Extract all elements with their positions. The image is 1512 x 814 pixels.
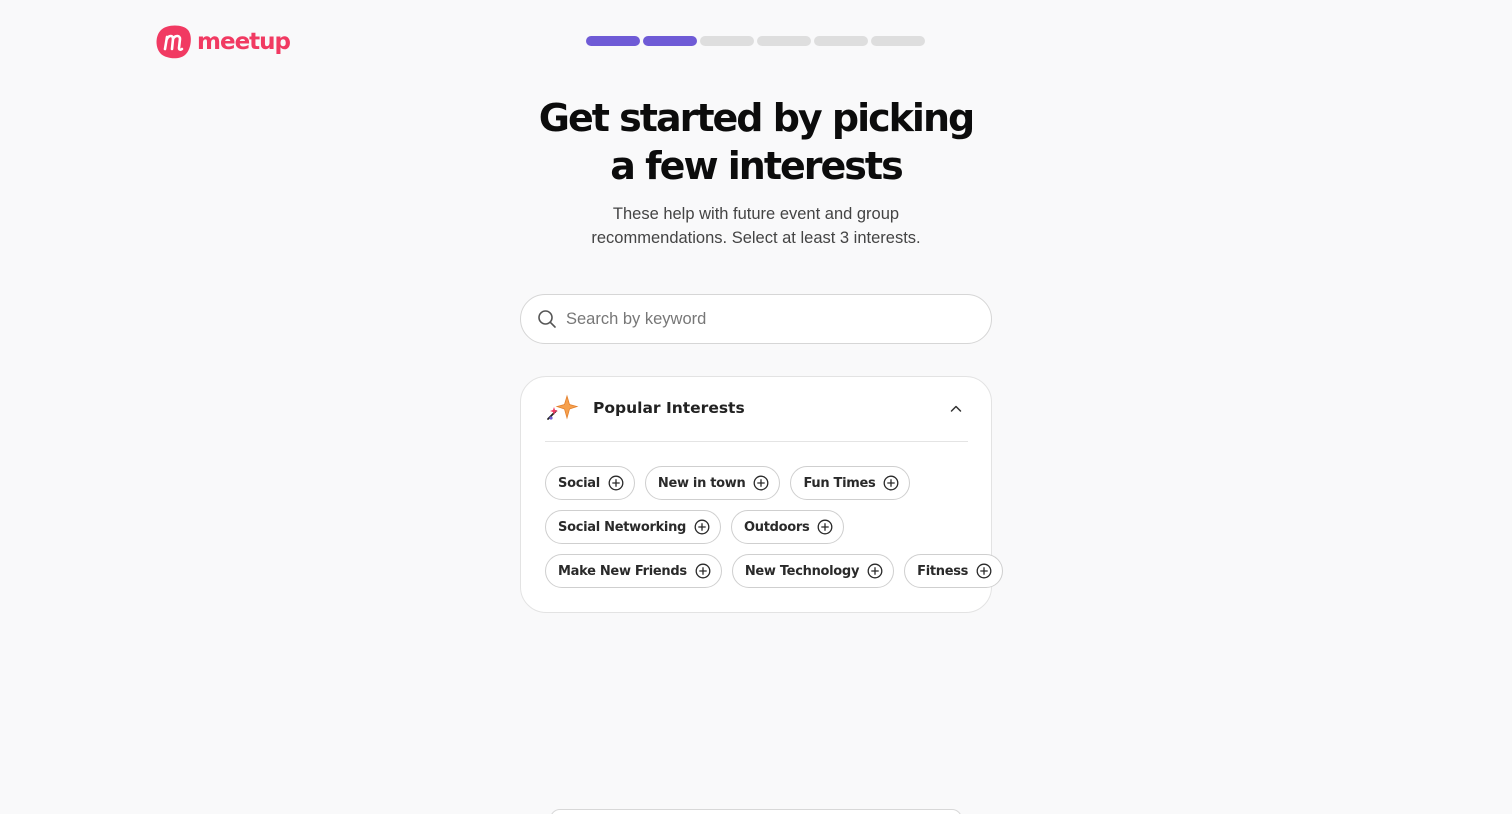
- plus-circle-icon: [867, 563, 883, 579]
- interest-chip-label: Make New Friends: [558, 563, 687, 579]
- plus-circle-icon: [976, 563, 992, 579]
- page-title-line-1: Get started by picking: [538, 96, 975, 140]
- search-icon: [538, 310, 556, 328]
- interest-chip-label: Social: [558, 475, 600, 491]
- plus-circle-icon: [608, 475, 624, 491]
- subtitle-line-1: These help with future event and group: [612, 205, 900, 223]
- popular-interests-title: Popular Interests: [593, 399, 745, 417]
- interest-chip[interactable]: Outdoors: [731, 510, 845, 544]
- popular-interests-panel: Popular Interests Social New in town Fun T…: [520, 376, 1004, 613]
- interest-chip-label: New Technology: [744, 563, 860, 579]
- interest-chip[interactable]: Social: [545, 466, 635, 500]
- chevron-up-icon[interactable]: [950, 403, 962, 415]
- interest-chip[interactable]: Make New Friends: [545, 554, 722, 588]
- chip-row: Social New in town Fun Times: [545, 466, 975, 500]
- page-subtitle: These help with future event and group r…: [556, 202, 956, 250]
- meetup-logo-icon: [156, 25, 191, 59]
- meetup-logo[interactable]: meetup: [155, 24, 291, 59]
- interest-chip-label: Fitness: [917, 563, 969, 579]
- progress-segment: [700, 36, 754, 46]
- progress-segment: [643, 36, 697, 46]
- interest-chips: Social New in town Fun Times Social Network…: [545, 466, 1004, 598]
- search-input[interactable]: [566, 299, 966, 339]
- interest-chip[interactable]: Social Networking: [545, 510, 722, 544]
- search-box[interactable]: [520, 294, 992, 344]
- page-title: Get started by picking a few interests: [456, 94, 1056, 190]
- progress-segment: [814, 36, 868, 46]
- plus-circle-icon: [818, 519, 833, 535]
- progress-segment: [757, 36, 811, 46]
- interest-chip-label: Fun Times: [803, 475, 876, 491]
- plus-circle-icon: [694, 519, 710, 535]
- logo-wordmark: meetup: [197, 28, 291, 55]
- page-title-line-2: a few interests: [610, 144, 903, 188]
- plus-circle-icon: [884, 475, 899, 491]
- progress-segment: [586, 36, 640, 46]
- interest-chip[interactable]: New in town: [644, 466, 781, 500]
- plus-circle-icon: [754, 475, 769, 491]
- popular-interests-header[interactable]: Popular Interests: [545, 393, 968, 442]
- plus-circle-icon: [695, 563, 711, 579]
- chip-row: Social Networking Outdoors: [545, 510, 975, 544]
- interest-chip-label: New in town: [657, 475, 746, 491]
- interest-chip[interactable]: Fun Times: [790, 466, 911, 500]
- continue-button[interactable]: [550, 809, 962, 814]
- progress-bar: [586, 36, 925, 46]
- interest-chip[interactable]: Fitness: [904, 554, 1004, 588]
- interest-chip-label: Outdoors: [744, 519, 810, 535]
- interest-chip[interactable]: New Technology: [731, 554, 895, 588]
- progress-segment: [871, 36, 925, 46]
- interest-chip-label: Social Networking: [558, 519, 687, 535]
- page: meetup Get started by picking a few inte…: [0, 0, 1512, 814]
- chip-row: Make New Friends New Technology Fitness: [545, 554, 1004, 588]
- subtitle-line-2: recommendations. Select at least 3 inter…: [591, 229, 921, 247]
- sparkle-icon: [547, 394, 579, 420]
